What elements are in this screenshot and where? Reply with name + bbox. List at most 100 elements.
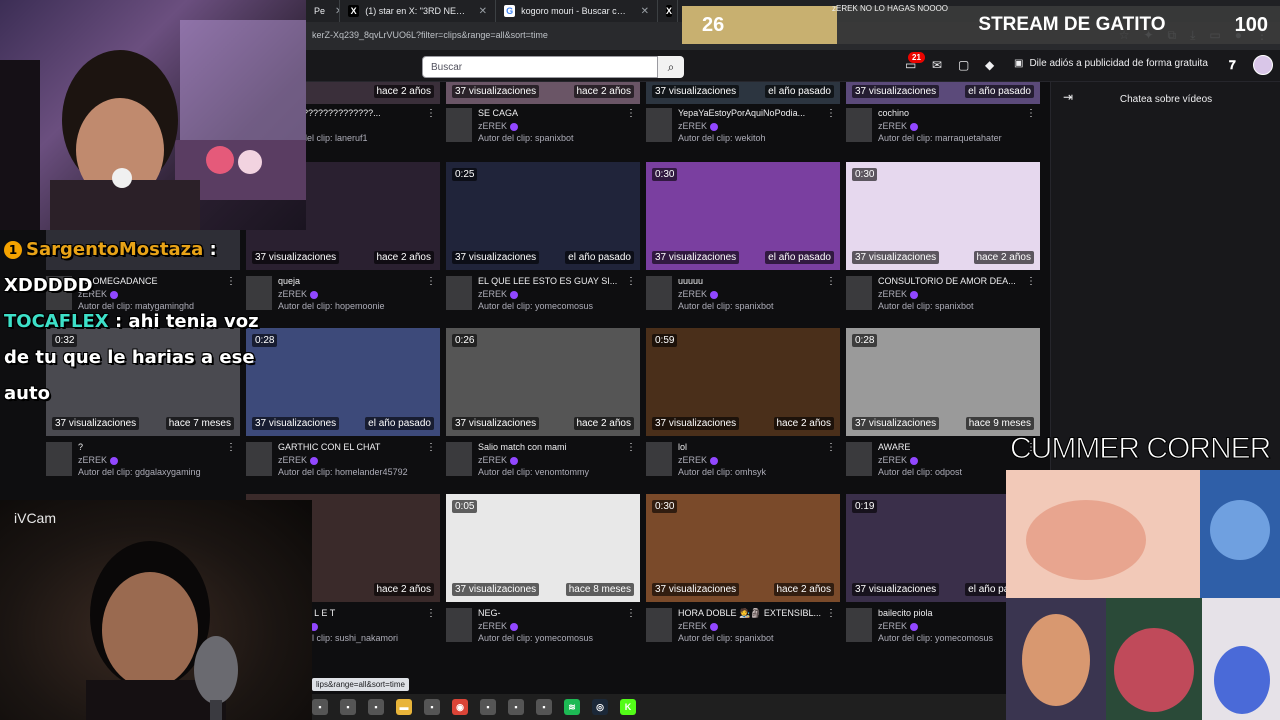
clip-channel[interactable]: zEREK (678, 455, 719, 465)
clip-thumbnail[interactable]: 0:59 37 visualizaciones hace 2 años (646, 328, 840, 436)
clip-channel[interactable]: zEREK (478, 455, 519, 465)
app-icon[interactable]: ▪ (508, 699, 524, 715)
clip-avatar[interactable] (446, 108, 472, 142)
more-options-icon[interactable]: ⋮ (426, 276, 436, 287)
clip-channel[interactable]: zEREK (678, 621, 719, 631)
clip-card[interactable]: 0:30 37 visualizaciones hace 2 años CONS… (846, 162, 1040, 328)
more-options-icon[interactable]: ⋮ (1026, 108, 1036, 119)
clip-avatar[interactable] (846, 608, 872, 642)
folder-icon[interactable]: ▬ (396, 699, 412, 715)
app-icon[interactable]: ▪ (480, 699, 496, 715)
clip-title[interactable]: lol (678, 442, 826, 452)
mail-icon[interactable]: ✉ (932, 58, 942, 72)
clip-avatar[interactable] (646, 608, 672, 642)
clip-thumbnail[interactable]: 0:30 37 visualizaciones hace 2 años (846, 162, 1040, 270)
clip-channel[interactable]: zEREK (478, 289, 519, 299)
user-avatar[interactable] (1253, 55, 1273, 75)
clip-thumbnail[interactable]: 0:28 37 visualizaciones hace 9 meses (846, 328, 1040, 436)
more-options-icon[interactable]: ⋮ (626, 442, 636, 453)
crown-icon[interactable]: ◆ (985, 58, 994, 72)
clip-channel[interactable]: zEREK (278, 455, 319, 465)
turbo-logo-icon[interactable]: 𝟕 (1229, 58, 1236, 73)
clip-channel[interactable]: zEREK (678, 289, 719, 299)
clip-channel[interactable]: zEREK (878, 455, 919, 465)
clip-card[interactable]: 0:59 37 visualizaciones hace 2 años lol … (646, 328, 840, 494)
more-options-icon[interactable]: ⋮ (826, 108, 836, 119)
kick-icon[interactable]: K (620, 699, 636, 715)
clip-avatar[interactable] (846, 442, 872, 476)
browser-tab[interactable]: G kogoro mouri - Buscar con Goog ✕ (496, 0, 658, 22)
more-options-icon[interactable]: ⋮ (1026, 276, 1036, 287)
more-options-icon[interactable]: ⋮ (426, 442, 436, 453)
clip-avatar[interactable] (646, 276, 672, 310)
tab-close-icon[interactable]: ✕ (479, 6, 487, 17)
browser-tab[interactable]: X (658, 0, 678, 22)
clip-title[interactable]: AWARE (878, 442, 1026, 452)
url-text[interactable]: kerZ-Xq239_8qvLrVUO6L?filter=clips&range… (312, 30, 548, 40)
clip-channel[interactable]: zEREK (878, 121, 919, 131)
clip-title[interactable]: YepaYaEstoyPorAquiNoPodia... (678, 108, 826, 118)
clip-avatar[interactable] (246, 442, 272, 476)
clip-thumbnail[interactable]: 0:05 37 visualizaciones hace 8 meses (446, 494, 640, 602)
clip-thumbnail[interactable]: 0:26 37 visualizaciones hace 2 años (446, 328, 640, 436)
clip-card[interactable]: 37 visualizaciones el año pasado cochino… (846, 82, 1040, 162)
more-options-icon[interactable]: ⋮ (826, 608, 836, 619)
app-icon[interactable]: ▪ (340, 699, 356, 715)
more-options-icon[interactable]: ⋮ (626, 608, 636, 619)
clip-title[interactable]: CONSULTORIO DE AMOR DEA... (878, 276, 1026, 286)
clip-channel[interactable]: zEREK (878, 621, 919, 631)
more-options-icon[interactable]: ⋮ (826, 276, 836, 287)
clip-avatar[interactable] (446, 276, 472, 310)
clip-title[interactable]: GARTHIC CON EL CHAT (278, 442, 426, 452)
search-input[interactable]: Buscar (422, 56, 658, 78)
clip-card[interactable]: 0:26 37 visualizaciones hace 2 años Sali… (446, 328, 640, 494)
chrome-icon[interactable]: ◉ (452, 699, 468, 715)
clip-card[interactable]: 0:05 37 visualizaciones hace 8 meses NEG… (446, 494, 640, 660)
search-button[interactable]: ⌕ (658, 56, 684, 78)
clip-title[interactable]: Salio match con mami (478, 442, 626, 452)
spotify-icon[interactable]: ≋ (564, 699, 580, 715)
clip-thumbnail[interactable]: 0:30 37 visualizaciones el año pasado (646, 162, 840, 270)
more-options-icon[interactable]: ⋮ (626, 276, 636, 287)
more-options-icon[interactable]: ⋮ (826, 442, 836, 453)
clip-avatar[interactable] (646, 442, 672, 476)
ad-free-button[interactable]: ▣ Dile adiós a publicidad de forma gratu… (1014, 58, 1208, 69)
clip-avatar[interactable] (46, 442, 72, 476)
app-icon[interactable]: ▪ (424, 699, 440, 715)
clip-channel[interactable]: zEREK (78, 455, 119, 465)
browser-tab[interactable]: Pe ✕ (306, 0, 340, 22)
app-icon[interactable]: ▪ (536, 699, 552, 715)
clip-title[interactable]: uuuuu (678, 276, 826, 286)
clip-title[interactable]: ? (78, 442, 226, 452)
clip-thumbnail[interactable]: 37 visualizaciones el año pasado (646, 82, 840, 104)
clip-title[interactable]: SE CAGA (478, 108, 626, 118)
more-options-icon[interactable]: ⋮ (226, 442, 236, 453)
clip-card[interactable]: 0:25 37 visualizaciones el año pasado EL… (446, 162, 640, 328)
clip-avatar[interactable] (846, 108, 872, 142)
clip-title[interactable]: EL QUE LEE ESTO ES GUAY SI... (478, 276, 626, 286)
clip-avatar[interactable] (646, 108, 672, 142)
clip-channel[interactable]: zEREK (878, 289, 919, 299)
browser-tab[interactable]: X (1) star en X: "3RD NEW AREA IN ✕ (340, 0, 496, 22)
app-icon[interactable]: ▪ (312, 699, 328, 715)
clip-title[interactable]: NEG- (478, 608, 626, 618)
clip-card[interactable]: 0:30 37 visualizaciones hace 2 años HORA… (646, 494, 840, 660)
clip-card[interactable]: 37 visualizaciones el año pasado YepaYaE… (646, 82, 840, 162)
clip-channel[interactable]: zEREK (678, 121, 719, 131)
clip-avatar[interactable] (846, 276, 872, 310)
clip-title[interactable]: bailecito piola (878, 608, 1026, 618)
clip-thumbnail[interactable]: 37 visualizaciones el año pasado (846, 82, 1040, 104)
clip-avatar[interactable] (446, 608, 472, 642)
more-options-icon[interactable]: ⋮ (426, 108, 436, 119)
more-options-icon[interactable]: ⋮ (426, 608, 436, 619)
clip-card[interactable]: 0:30 37 visualizaciones el año pasado uu… (646, 162, 840, 328)
clip-thumbnail[interactable]: 0:25 37 visualizaciones el año pasado (446, 162, 640, 270)
more-options-icon[interactable]: ⋮ (626, 108, 636, 119)
clip-channel[interactable]: zEREK (478, 621, 519, 631)
app-icon[interactable]: ▪ (368, 699, 384, 715)
tab-close-icon[interactable]: ✕ (641, 6, 649, 17)
clip-title[interactable]: HORA DOBLE 🧑‍🎨🗿 EXTENSIBL... (678, 608, 826, 619)
clip-thumbnail[interactable]: 37 visualizaciones hace 2 años (446, 82, 640, 104)
whisper-icon[interactable]: ▢ (958, 58, 969, 72)
steam-icon[interactable]: ◎ (592, 699, 608, 715)
